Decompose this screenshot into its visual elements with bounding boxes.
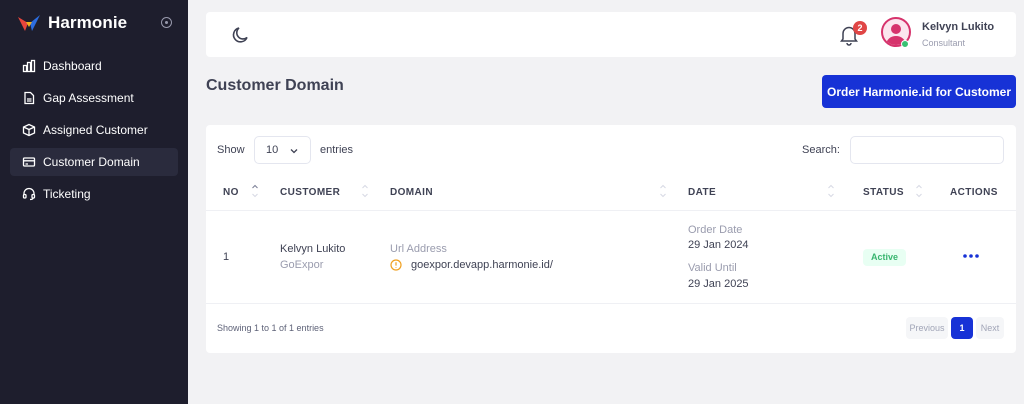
order-date-label: Order Date — [688, 224, 743, 236]
sidebar-item-ticketing[interactable]: Ticketing — [10, 180, 178, 208]
sort-icon[interactable] — [251, 182, 259, 200]
sidebar: Harmonie Dashboard Gap Assessment Assign… — [0, 0, 188, 404]
sidebar-item-customer-domain[interactable]: Customer Domain — [10, 148, 178, 176]
valid-until-label: Valid Until — [688, 262, 737, 274]
domain-url[interactable]: goexpor.devapp.harmonie.id/ — [411, 259, 553, 271]
chevron-down-icon — [290, 149, 298, 154]
search-input[interactable] — [850, 136, 1004, 164]
column-header-customer[interactable]: CUSTOMER — [280, 187, 340, 198]
bar-chart-icon — [22, 59, 36, 73]
sidebar-item-label: Dashboard — [43, 59, 102, 73]
row-divider — [206, 303, 1016, 304]
order-date: 29 Jan 2024 — [688, 239, 749, 251]
brand[interactable]: Harmonie — [16, 12, 127, 34]
pagination-previous[interactable]: Previous — [906, 317, 948, 339]
credit-card-icon — [22, 157, 36, 167]
page-title: Customer Domain — [206, 77, 344, 94]
entries-label: entries — [320, 144, 354, 156]
sort-icon[interactable] — [827, 182, 835, 200]
valid-until-date: 29 Jan 2025 — [688, 278, 749, 290]
sort-icon[interactable] — [915, 182, 923, 200]
column-header-date[interactable]: DATE — [688, 187, 716, 198]
sidebar-toggle-icon[interactable] — [161, 17, 172, 28]
column-header-no[interactable]: NO — [223, 187, 239, 198]
sidebar-item-gap-assessment[interactable]: Gap Assessment — [10, 84, 178, 112]
top-header: 2 Kelvyn Lukito Consultant — [206, 12, 1016, 57]
notification-badge: 2 — [853, 21, 867, 35]
harmonie-logo-icon — [18, 15, 40, 31]
user-name: Kelvyn Lukito — [922, 21, 995, 33]
pagination-next[interactable]: Next — [976, 317, 1004, 339]
more-actions-icon[interactable] — [961, 251, 981, 261]
domain-label: Url Address — [390, 243, 447, 255]
entries-per-page-select[interactable]: 10 — [254, 136, 311, 164]
brand-name: Harmonie — [48, 13, 128, 32]
table-info: Showing 1 to 1 of 1 entries — [217, 323, 324, 333]
status-badge: Active — [863, 249, 907, 266]
pagination-page-1[interactable]: 1 — [951, 317, 973, 339]
document-icon — [24, 91, 35, 105]
sidebar-item-label: Ticketing — [43, 187, 91, 201]
moon-icon[interactable] — [230, 24, 252, 46]
online-status-dot — [901, 40, 909, 48]
warning-icon — [390, 259, 402, 271]
column-header-actions: ACTIONS — [950, 187, 998, 198]
sidebar-item-label: Assigned Customer — [43, 123, 148, 137]
customer-name: Kelvyn Lukito — [280, 243, 346, 255]
row-no: 1 — [223, 251, 230, 263]
sidebar-item-assigned-customer[interactable]: Assigned Customer — [10, 116, 178, 144]
cube-icon — [22, 123, 36, 137]
customer-domain-table-card: Show 10 entries Search: NO CUSTOMER DOMA… — [206, 125, 1016, 353]
entries-select-value: 10 — [266, 144, 279, 156]
user-role: Consultant — [922, 38, 966, 48]
order-harmonie-button[interactable]: Order Harmonie.id for Customer — [822, 75, 1016, 108]
sidebar-item-label: Gap Assessment — [43, 91, 134, 105]
sidebar-nav: Dashboard Gap Assessment Assigned Custom… — [10, 52, 178, 212]
sort-icon[interactable] — [361, 182, 369, 200]
column-header-status[interactable]: STATUS — [863, 187, 904, 198]
header-divider — [206, 210, 1016, 211]
sort-icon[interactable] — [659, 182, 667, 200]
sidebar-item-dashboard[interactable]: Dashboard — [10, 52, 178, 80]
column-header-domain[interactable]: DOMAIN — [390, 187, 433, 198]
search-label: Search: — [802, 144, 840, 156]
customer-company: GoExpor — [280, 259, 324, 271]
headset-icon — [22, 187, 36, 201]
show-label: Show — [217, 144, 245, 156]
sidebar-item-label: Customer Domain — [43, 155, 140, 169]
